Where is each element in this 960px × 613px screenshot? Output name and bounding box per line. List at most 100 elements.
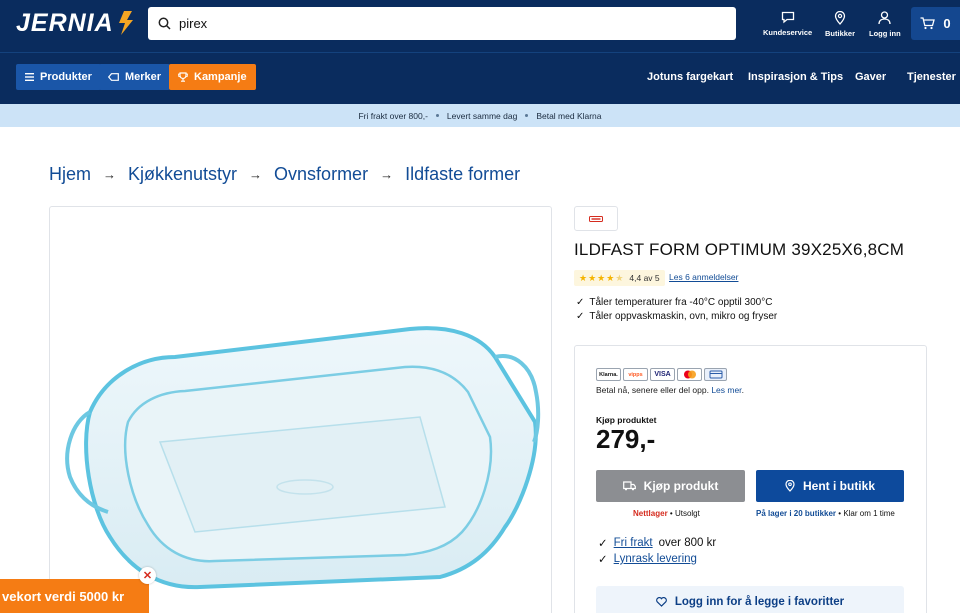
- logo-text: JERNIA: [16, 8, 114, 37]
- online-stock-status: Nettlager • Utsolgt: [633, 509, 700, 518]
- rating-badge[interactable]: ★ ★ ★ ★ ★ 4,4 av 5: [574, 270, 665, 286]
- reviews-link[interactable]: Les 6 anmeldelser: [669, 272, 738, 282]
- tag-icon: [108, 73, 119, 81]
- location-pin-icon: [834, 11, 846, 25]
- brands-button[interactable]: Merker: [99, 64, 171, 90]
- breadcrumb-oven-dishes[interactable]: Ovnsformer: [274, 164, 368, 185]
- pyrex-logo-icon: [589, 215, 603, 222]
- stores-label: Butikker: [825, 29, 856, 38]
- usp-free-shipping: Fri frakt over 800,-: [358, 110, 428, 121]
- perk-item: ✓ Lynrask levering: [598, 552, 697, 566]
- brands-label: Merker: [125, 71, 162, 83]
- truck-icon: [622, 481, 636, 491]
- usp-separator: [435, 114, 439, 117]
- online-stock-value: Utsolgt: [674, 509, 700, 518]
- products-menu-label: Produkter: [40, 71, 92, 83]
- pickup-in-store-button[interactable]: Hent i butikk: [756, 470, 904, 502]
- check-icon: ✓: [598, 538, 608, 550]
- breadcrumb: Hjem → Kjøkkenutstyr → Ovnsformer → Ildf…: [49, 164, 520, 185]
- products-menu-button[interactable]: Produkter: [16, 64, 101, 90]
- login-button[interactable]: Logg inn: [869, 11, 901, 41]
- gift-card-promo-banner[interactable]: vekort verdi 5000 kr: [0, 579, 149, 613]
- arrow-right-icon: →: [380, 167, 394, 182]
- usp-same-day: Levert samme dag: [446, 110, 518, 121]
- feature-item: ✓ Tåler oppvaskmaskin, ovn, mikro og fry…: [576, 311, 777, 322]
- heart-icon: [655, 597, 667, 607]
- nav-link-gifts[interactable]: Gaver: [855, 71, 886, 83]
- search-icon: [158, 17, 171, 30]
- arrow-right-icon: →: [103, 167, 117, 182]
- star-icon: ★: [606, 272, 615, 283]
- nav-link-jotun[interactable]: Jotuns fargekart: [647, 71, 733, 83]
- perk-item: ✓ Fri frakt over 800 kr: [598, 536, 716, 550]
- stores-button[interactable]: Butikker: [825, 11, 855, 41]
- feature-item: ✓ Tåler temperaturer fra -40°C opptil 30…: [576, 297, 772, 308]
- payment-klarna: Klarna.: [596, 368, 621, 381]
- product-price: 279,-: [596, 424, 656, 454]
- campaign-button[interactable]: Kampanje: [169, 64, 256, 90]
- star-half-icon: ★: [615, 272, 624, 283]
- search-bar[interactable]: [148, 7, 736, 40]
- klarna-label: Klarna.: [599, 371, 618, 378]
- favorite-login-label: Logg inn for å legge i favoritter: [674, 596, 845, 608]
- payment-info: Betal nå, senere eller del opp. Les mer.: [596, 385, 744, 395]
- star-icon: ★: [579, 272, 588, 283]
- store-ready-time: Klar om 1 time: [843, 509, 895, 518]
- cart-count: 0: [943, 16, 951, 31]
- nav-link-inspiration[interactable]: Inspirasjon & Tips: [748, 71, 843, 83]
- customer-service-label: Kundeservice: [763, 28, 813, 37]
- close-icon[interactable]: ✕: [139, 567, 156, 584]
- product-image[interactable]: [50, 207, 552, 613]
- buy-product-button[interactable]: Kjøp produkt: [596, 470, 745, 502]
- product-image-frame: [49, 206, 552, 613]
- mastercard-icon: [677, 368, 702, 381]
- lightning-bolt-icon: [118, 11, 133, 35]
- header-divider: [0, 52, 960, 53]
- free-shipping-link[interactable]: Fri frakt: [614, 537, 653, 549]
- visa-label: VISA: [654, 371, 671, 378]
- jernia-logo[interactable]: JERNIA: [16, 9, 138, 37]
- check-icon: ✓: [576, 297, 585, 308]
- campaign-label: Kampanje: [194, 71, 247, 83]
- usp-bar: Fri frakt over 800,- Levert samme dag Be…: [0, 104, 960, 127]
- payment-read-more-link[interactable]: Les mer: [711, 385, 741, 395]
- buy-product-label: Kjøp produkt: [643, 479, 719, 493]
- payment-vipps: vipps: [623, 368, 648, 381]
- search-input[interactable]: [179, 16, 719, 31]
- chat-icon: [781, 11, 794, 24]
- arrow-right-icon: →: [249, 167, 263, 182]
- usp-separator: [525, 114, 529, 117]
- menu-icon: [25, 73, 34, 81]
- nav-link-services[interactable]: Tjenester: [907, 71, 956, 83]
- user-icon: [878, 11, 891, 25]
- check-icon: ✓: [598, 554, 608, 566]
- login-label: Logg inn: [869, 29, 901, 38]
- vipps-label: vipps: [628, 371, 643, 378]
- feature-text: Tåler oppvaskmaskin, ovn, mikro og fryse…: [589, 311, 778, 322]
- card-payment-icon: [704, 368, 727, 381]
- payment-text: Betal nå, senere eller del opp.: [596, 385, 709, 395]
- brand-logo-pyrex[interactable]: [574, 206, 618, 231]
- breadcrumb-kitchen[interactable]: Kjøkkenutstyr: [128, 164, 237, 185]
- trophy-icon: [178, 72, 188, 82]
- pickup-label: Hent i butikk: [802, 479, 875, 493]
- customer-service-button[interactable]: Kundeservice: [763, 11, 812, 41]
- check-icon: ✓: [576, 311, 585, 322]
- breadcrumb-home[interactable]: Hjem: [49, 164, 91, 185]
- feature-text: Tåler temperaturer fra -40°C opptil 300°…: [589, 297, 773, 308]
- fast-delivery-link[interactable]: Lynrask levering: [614, 553, 697, 565]
- promo-text: vekort verdi 5000 kr: [2, 588, 125, 604]
- online-stock-label: Nettlager: [633, 509, 668, 518]
- star-icon: ★: [588, 272, 597, 283]
- cart-button[interactable]: 0: [911, 7, 960, 40]
- breadcrumb-casserole[interactable]: Ildfaste former: [405, 164, 520, 185]
- favorite-login-button[interactable]: Logg inn for å legge i favoritter: [596, 586, 904, 613]
- store-stock-link[interactable]: På lager i 20 butikker: [756, 509, 836, 518]
- product-title: ILDFAST FORM OPTIMUM 39X25X6,8CM: [574, 240, 905, 259]
- site-header: JERNIA Kundeservice Butikker Logg inn: [0, 0, 960, 104]
- star-icon: ★: [597, 272, 606, 283]
- rating-score: 4,4 av 5: [629, 273, 660, 283]
- store-stock-status: På lager i 20 butikker • Klar om 1 time: [756, 509, 895, 518]
- usp-klarna: Betal med Klarna: [536, 110, 602, 121]
- cart-icon: [920, 17, 936, 30]
